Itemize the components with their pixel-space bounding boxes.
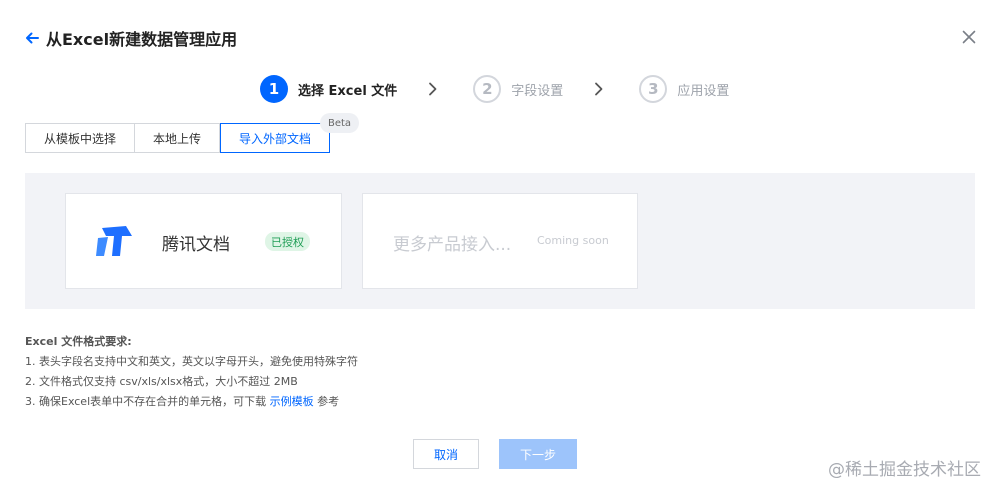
tencent-docs-name: 腾讯文档 — [162, 235, 230, 255]
dialog-header: 从Excel新建数据管理应用 — [24, 26, 237, 50]
tencent-docs-logo-icon — [96, 224, 134, 258]
more-products-text: 更多产品接入... — [393, 235, 512, 255]
chevron-right-icon — [593, 82, 605, 96]
sample-template-link[interactable]: 示例模板 — [270, 395, 314, 408]
source-tabs: 从模板中选择 本地上传 导入外部文档 Beta — [25, 113, 360, 153]
beta-badge: Beta — [320, 113, 360, 133]
requirements-title: Excel 文件格式要求: — [25, 335, 132, 348]
source-panel: 腾讯文档 已授权 更多产品接入... Coming soon — [25, 173, 975, 309]
requirement-text: 3. 确保Excel表单中不存在合并的单元格，可下载 — [25, 395, 270, 408]
step-label: 选择 Excel 文件 — [298, 83, 398, 99]
back-arrow-icon[interactable] — [24, 30, 40, 46]
requirement-item: 2. 文件格式仅支持 csv/xls/xlsx格式，大小不超过 2MB — [25, 375, 298, 388]
chevron-right-icon — [427, 82, 439, 96]
step-number: 3 — [639, 75, 668, 103]
next-step-button[interactable]: 下一步 — [499, 439, 577, 469]
step-label: 应用设置 — [677, 83, 730, 99]
tencent-docs-card[interactable]: 腾讯文档 已授权 — [65, 193, 342, 289]
step-label: 字段设置 — [511, 83, 564, 99]
step-indicator: 1 选择 Excel 文件 2 字段设置 3 应用设置 — [260, 74, 729, 104]
tab-local-upload[interactable]: 本地上传 — [135, 123, 221, 153]
requirement-item: 3. 确保Excel表单中不存在合并的单元格，可下载 示例模板 参考 — [25, 392, 358, 412]
watermark: @稀土掘金技术社区 — [828, 460, 981, 480]
tab-from-template[interactable]: 从模板中选择 — [25, 123, 136, 153]
more-products-card: 更多产品接入... Coming soon — [362, 193, 638, 289]
requirement-text: 参考 — [313, 395, 340, 408]
requirement-item: 1. 表头字段名支持中文和英文，英文以字母开头，避免使用特殊字符 — [25, 355, 358, 368]
step-number: 2 — [473, 75, 502, 103]
step-app-settings: 3 应用设置 — [639, 75, 729, 103]
step-field-settings: 2 字段设置 — [473, 75, 563, 103]
tab-import-external-doc[interactable]: 导入外部文档 — [220, 123, 331, 153]
close-icon[interactable] — [962, 29, 976, 44]
step-number: 1 — [260, 75, 288, 103]
format-requirements: Excel 文件格式要求: 1. 表头字段名支持中文和英文，英文以字母开头，避免… — [25, 332, 358, 412]
step-select-excel: 1 选择 Excel 文件 — [260, 75, 397, 103]
authorized-badge: 已授权 — [265, 232, 310, 251]
coming-soon-text: Coming soon — [537, 234, 609, 247]
cancel-button[interactable]: 取消 — [413, 439, 479, 469]
dialog-title: 从Excel新建数据管理应用 — [46, 30, 238, 49]
